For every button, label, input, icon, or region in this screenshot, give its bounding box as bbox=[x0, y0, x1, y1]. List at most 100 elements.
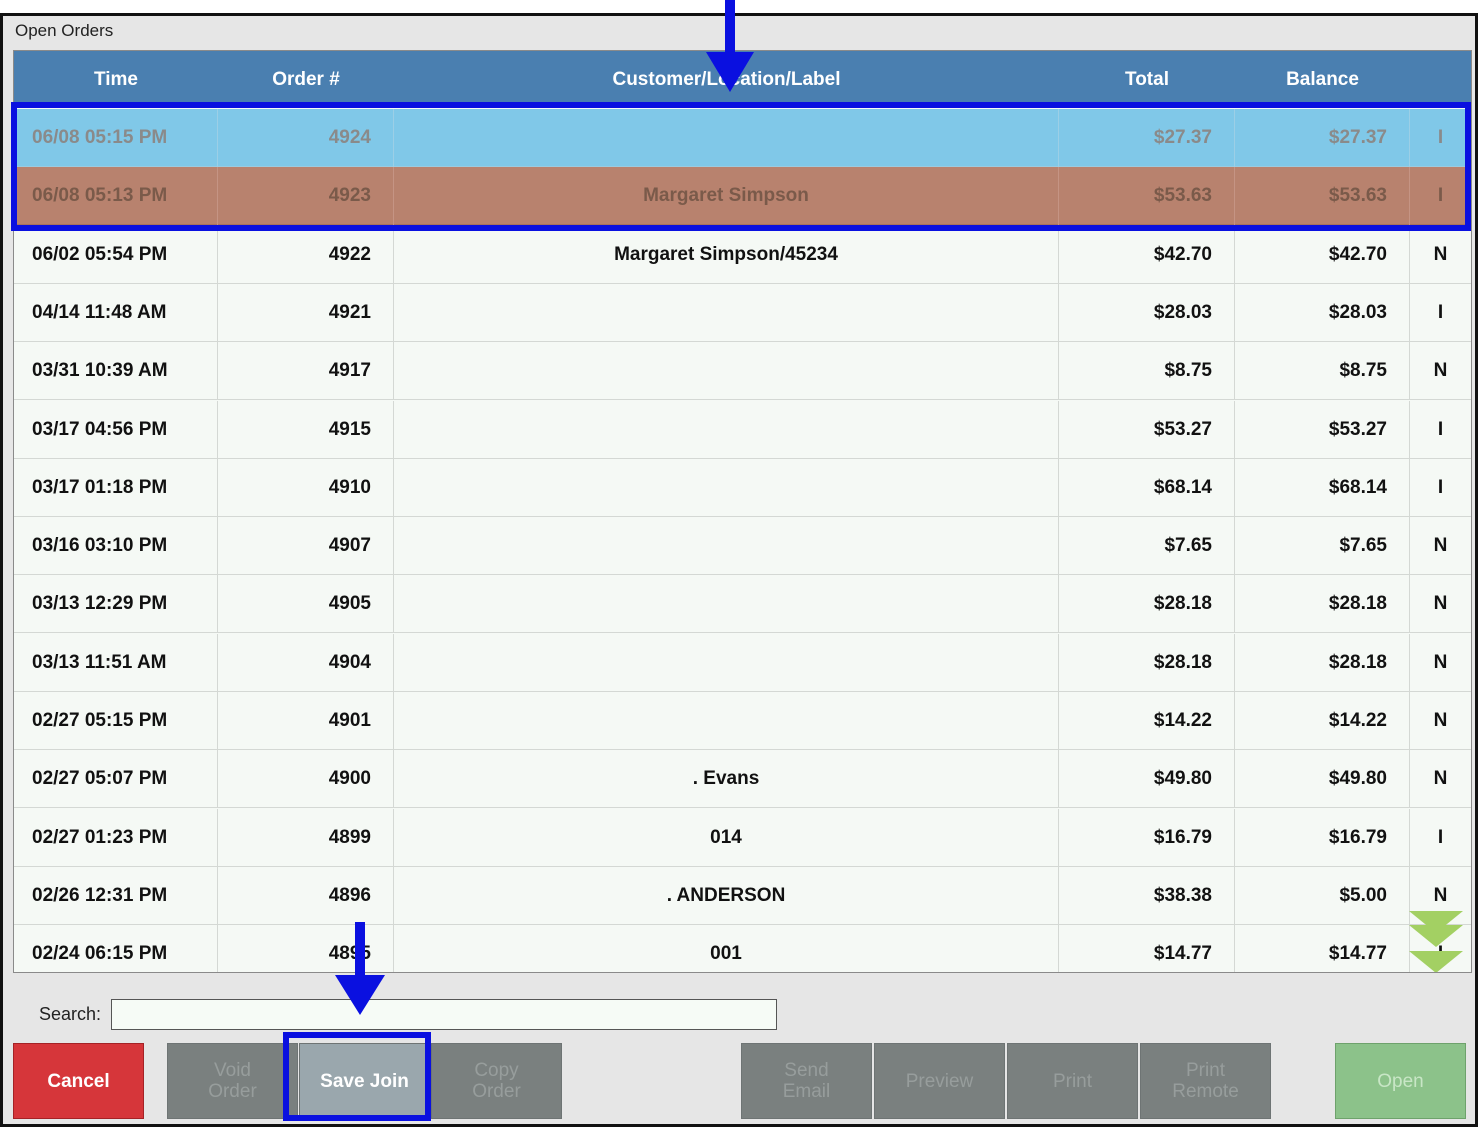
cell-time: 03/17 04:56 PM bbox=[14, 400, 218, 459]
table-row[interactable]: 06/08 05:13 PM 4923 Margaret Simpson $53.63… bbox=[14, 167, 1471, 226]
cell-time: 03/31 10:39 AM bbox=[14, 342, 218, 401]
cell-order-number: 4924 bbox=[218, 109, 394, 167]
table-row[interactable]: 03/17 01:18 PM 4910 $68.14 $68.14 I bbox=[14, 458, 1471, 517]
cell-customer: 001 bbox=[394, 925, 1059, 972]
cell-total: $16.79 bbox=[1059, 808, 1235, 867]
cell-order-number: 4900 bbox=[218, 750, 394, 809]
print-remote-button[interactable]: Print Remote bbox=[1140, 1043, 1271, 1119]
column-header-balance[interactable]: Balance bbox=[1235, 51, 1410, 108]
cell-status-flag: I bbox=[1437, 418, 1444, 440]
cell-customer bbox=[394, 283, 1059, 342]
cell-time: 03/17 01:18 PM bbox=[14, 458, 218, 517]
scroll-down-button[interactable] bbox=[1406, 903, 1466, 972]
table-row[interactable]: 03/13 12:29 PM 4905 $28.18 $28.18 N bbox=[14, 575, 1471, 634]
cell-time: 02/27 01:23 PM bbox=[14, 808, 218, 867]
cell-status-flag: I bbox=[1437, 301, 1444, 323]
cell-time: 06/08 05:13 PM bbox=[14, 167, 218, 226]
cell-status-flag: N bbox=[1433, 535, 1448, 557]
open-button[interactable]: Open bbox=[1335, 1043, 1466, 1119]
table-row[interactable]: 02/24 06:15 PM 4895 001 $14.77 $14.77 I bbox=[14, 925, 1471, 972]
cell-time: 04/14 11:48 AM bbox=[14, 283, 218, 342]
send-email-button[interactable]: Send Email bbox=[741, 1043, 872, 1119]
table-row[interactable]: 02/26 12:31 PM 4896. ANDERSON $38.38 $5.00 N bbox=[14, 866, 1471, 925]
column-header-time[interactable]: Time bbox=[14, 51, 218, 108]
cell-balance: $27.37 bbox=[1235, 109, 1410, 167]
cell-total: $7.65 bbox=[1059, 517, 1235, 576]
search-label: Search: bbox=[39, 1004, 102, 1024]
cell-customer bbox=[394, 109, 1059, 167]
column-header-total[interactable]: Total bbox=[1059, 51, 1235, 108]
cell-customer bbox=[394, 633, 1059, 692]
open-orders-window: Open Orders Time Order # Customer/Locati… bbox=[0, 13, 1478, 1127]
cell-time: 02/27 05:15 PM bbox=[14, 692, 218, 750]
cell-customer: Margaret Simpson/45234 bbox=[394, 225, 1059, 284]
preview-button[interactable]: Preview bbox=[874, 1043, 1005, 1119]
cell-total: $14.22 bbox=[1059, 692, 1235, 750]
table-row[interactable]: 04/14 11:48 AM 4921 $28.03 $28.03 I bbox=[14, 283, 1471, 342]
cell-customer: 014 bbox=[394, 808, 1059, 867]
cell-order-number: 4901 bbox=[218, 692, 394, 750]
table-row[interactable]: 06/08 05:15 PM 4924 $27.37 $27.37 I bbox=[14, 109, 1471, 167]
cell-status-flag: N bbox=[1433, 593, 1448, 615]
cell-customer bbox=[394, 692, 1059, 750]
cell-order-number: 4904 bbox=[218, 633, 394, 692]
table-row[interactable]: 02/27 01:23 PM 4899 014 $16.79 $16.79 I bbox=[14, 808, 1471, 867]
cell-customer bbox=[394, 575, 1059, 634]
orders-grid: Time Order # Customer/Location/Label Tot… bbox=[13, 50, 1472, 973]
cell-status-flag: I bbox=[1437, 826, 1444, 848]
search-input[interactable] bbox=[111, 999, 777, 1030]
table-row[interactable]: 03/31 10:39 AM 4917 $8.75 $8.75 N bbox=[14, 342, 1471, 401]
cell-status-flag: N bbox=[1433, 710, 1448, 731]
table-row[interactable]: 03/17 04:56 PM 4915 $53.27 $53.27 I bbox=[14, 400, 1471, 459]
cell-total: $38.38 bbox=[1059, 866, 1235, 925]
cell-total: $68.14 bbox=[1059, 458, 1235, 517]
column-header-order[interactable]: Order # bbox=[218, 51, 394, 108]
cell-total: $49.80 bbox=[1059, 750, 1235, 809]
cell-time: 03/16 03:10 PM bbox=[14, 517, 218, 576]
cell-total: $14.77 bbox=[1059, 925, 1235, 972]
cell-balance: $49.80 bbox=[1235, 750, 1410, 809]
void-order-button[interactable]: Void Order bbox=[167, 1043, 298, 1119]
cell-balance: $28.18 bbox=[1235, 633, 1410, 692]
cell-total: $53.63 bbox=[1059, 167, 1235, 226]
copy-order-button[interactable]: Copy Order bbox=[431, 1043, 562, 1119]
cell-total: $28.03 bbox=[1059, 283, 1235, 342]
cancel-button[interactable]: Cancel bbox=[13, 1043, 144, 1119]
window-title: Open Orders bbox=[15, 21, 114, 40]
cell-time: 06/02 05:54 PM bbox=[14, 225, 218, 284]
cell-customer: . Evans bbox=[394, 750, 1059, 809]
cell-status-flag: N bbox=[1433, 360, 1448, 382]
print-button[interactable]: Print bbox=[1007, 1043, 1138, 1119]
cell-balance: $68.14 bbox=[1235, 458, 1410, 517]
table-row[interactable]: 06/02 05:54 PM 4922 Margaret Simpson/45234… bbox=[14, 225, 1471, 284]
save-join-button[interactable]: Save Join bbox=[299, 1043, 430, 1119]
cell-time: 02/24 06:15 PM bbox=[14, 925, 218, 972]
cell-order-number: 4905 bbox=[218, 575, 394, 634]
cell-balance: $8.75 bbox=[1235, 342, 1410, 401]
cell-order-number: 4899 bbox=[218, 808, 394, 867]
cell-status-flag: N bbox=[1433, 651, 1448, 673]
cell-order-number: 4922 bbox=[218, 225, 394, 284]
table-row[interactable]: 03/16 03:10 PM 4907 $7.65 $7.65 N bbox=[14, 517, 1471, 576]
cell-balance: $53.27 bbox=[1235, 400, 1410, 459]
cell-total: $27.37 bbox=[1059, 109, 1235, 167]
cell-order-number: 4896 bbox=[218, 866, 394, 925]
cell-balance: $42.70 bbox=[1235, 225, 1410, 284]
cell-time: 03/13 11:51 AM bbox=[14, 633, 218, 692]
cell-customer bbox=[394, 517, 1059, 576]
cell-time: 02/26 12:31 PM bbox=[14, 866, 218, 925]
cell-balance: $53.63 bbox=[1235, 167, 1410, 226]
cell-status-flag: I bbox=[1437, 127, 1444, 148]
cell-order-number: 4895 bbox=[218, 925, 394, 972]
cell-time: 02/27 05:07 PM bbox=[14, 750, 218, 809]
cell-balance: $28.03 bbox=[1235, 283, 1410, 342]
cell-customer: Margaret Simpson bbox=[394, 167, 1059, 226]
table-row[interactable]: 02/27 05:15 PM 4901 $14.22 $14.22 N bbox=[14, 692, 1471, 750]
cell-order-number: 4910 bbox=[218, 458, 394, 517]
cell-total: $42.70 bbox=[1059, 225, 1235, 284]
cell-balance: $5.00 bbox=[1235, 866, 1410, 925]
table-row[interactable]: 02/27 05:07 PM 4900. Evans $49.80 $49.80 N bbox=[14, 750, 1471, 809]
cell-customer bbox=[394, 342, 1059, 401]
cell-order-number: 4907 bbox=[218, 517, 394, 576]
table-row[interactable]: 03/13 11:51 AM 4904 $28.18 $28.18 N bbox=[14, 633, 1471, 692]
